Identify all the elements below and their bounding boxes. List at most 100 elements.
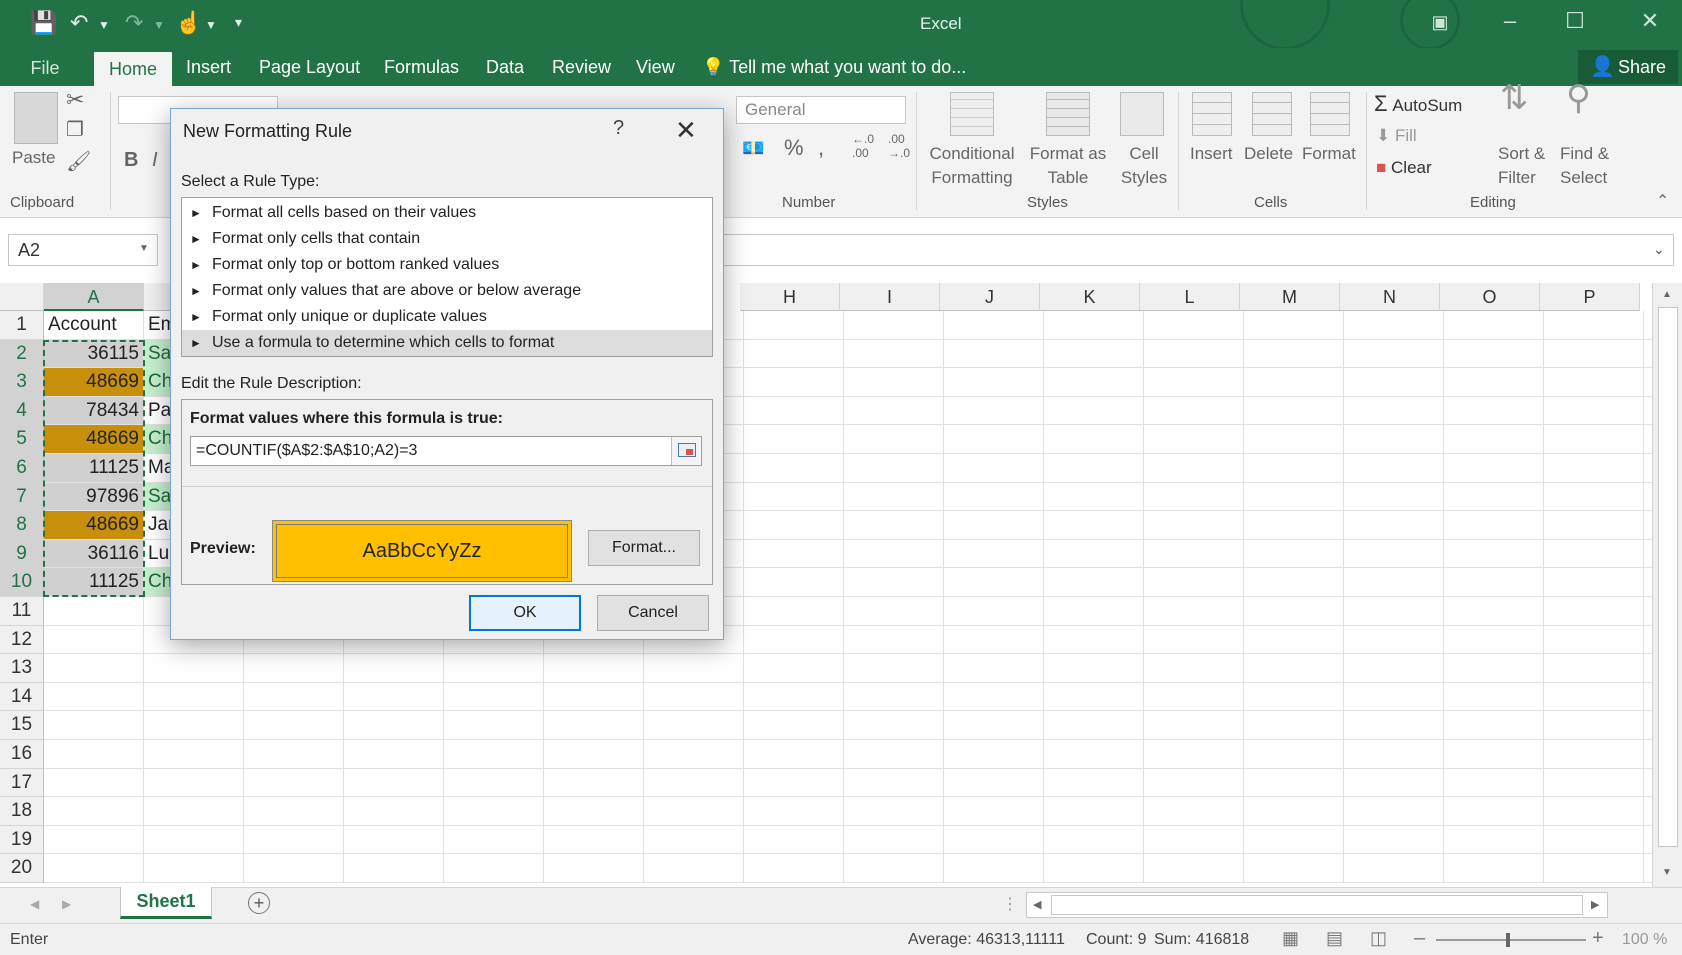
grid-cell[interactable] (1344, 454, 1444, 483)
grid-cell[interactable] (344, 825, 444, 855)
sheet-tab-sheet1[interactable]: Sheet1 (120, 887, 212, 919)
grid-cell[interactable] (544, 825, 644, 855)
grid-cell[interactable] (444, 711, 544, 740)
scroll-up-icon[interactable]: ▲ (1662, 289, 1672, 300)
grid-cell[interactable] (344, 682, 444, 712)
grid-cell[interactable] (244, 654, 344, 683)
grid-cell[interactable] (1444, 682, 1544, 712)
grid-cell[interactable] (1544, 568, 1644, 597)
vertical-scrollbar[interactable]: ▲ ▼ (1652, 283, 1682, 887)
grid-cell[interactable] (1544, 539, 1644, 569)
grid-cell[interactable] (644, 711, 744, 740)
grid-cell[interactable] (1344, 825, 1444, 855)
close-window-icon[interactable]: ✕ (1630, 8, 1670, 34)
grid-cell[interactable] (744, 654, 844, 683)
grid-cell[interactable] (1444, 339, 1544, 369)
column-header-l[interactable]: L (1140, 283, 1240, 311)
grid-cell[interactable] (44, 768, 144, 798)
tab-review[interactable]: Review (552, 57, 611, 78)
decrease-decimal-icon[interactable]: .00 →.0 (888, 132, 910, 160)
grid-cell[interactable] (844, 511, 944, 540)
grid-cell[interactable] (1544, 797, 1644, 826)
hscroll-right-icon[interactable]: ▶ (1591, 898, 1599, 911)
grid-cell[interactable] (1644, 483, 1652, 512)
grid-cell[interactable] (744, 454, 844, 483)
grid-cell[interactable] (844, 654, 944, 683)
format-as-table-button[interactable]: Format as Table (1026, 142, 1110, 190)
grid-cell[interactable] (1144, 396, 1244, 426)
row-header[interactable]: 4 (0, 396, 44, 426)
grid-cell[interactable] (1444, 768, 1544, 798)
grid-cell[interactable] (1144, 740, 1244, 769)
grid-cell[interactable] (944, 825, 1044, 855)
grid-cell[interactable] (1244, 482, 1344, 512)
grid-cell[interactable] (1144, 797, 1244, 826)
horizontal-scroll-thumb[interactable] (1051, 895, 1583, 915)
grid-cell[interactable] (744, 511, 844, 540)
grid-cell[interactable] (944, 797, 1044, 826)
formula-input[interactable]: =COUNTIF($A$2:$A$10;A2)=3 (190, 436, 702, 466)
grid-cell[interactable] (444, 682, 544, 712)
new-sheet-icon[interactable]: + (248, 892, 270, 914)
row-header[interactable]: 1 (0, 311, 44, 340)
grid-cell[interactable] (1244, 511, 1344, 540)
page-break-view-icon[interactable]: ◫ (1370, 928, 1387, 949)
grid-cell[interactable] (1344, 682, 1444, 712)
grid-cell[interactable] (644, 825, 744, 855)
grid-cell[interactable] (1344, 568, 1444, 597)
tell-me-box[interactable]: 💡 Tell me what you want to do... (702, 57, 966, 78)
grid-cell[interactable] (544, 654, 644, 683)
grid-cell[interactable] (1544, 625, 1644, 655)
grid-cell[interactable] (844, 482, 944, 512)
grid-cell[interactable] (1544, 425, 1644, 454)
column-header-m[interactable]: M (1240, 283, 1340, 311)
name-box[interactable]: A2 ▼ (8, 234, 158, 266)
share-button[interactable]: 👤 Share (1578, 50, 1678, 84)
touch-mode-icon[interactable]: ☝ (175, 10, 202, 36)
row-header[interactable]: 9 (0, 539, 44, 569)
comma-style-icon[interactable]: , (818, 136, 824, 160)
grid-cell[interactable] (144, 797, 244, 826)
grid-cell[interactable] (1644, 397, 1652, 426)
number-format-select[interactable]: General (736, 96, 906, 124)
grid-cell[interactable] (1544, 711, 1644, 740)
paste-icon[interactable] (14, 92, 58, 144)
grid-cell[interactable] (1344, 396, 1444, 426)
grid-cell[interactable] (844, 625, 944, 655)
grid-cell[interactable] (1144, 568, 1244, 597)
rule-type-item[interactable]: ► Format only values that are above or be… (182, 278, 712, 304)
grid-cell[interactable] (1444, 597, 1544, 626)
grid-cell[interactable] (1444, 854, 1544, 883)
format-as-table-icon[interactable] (1046, 92, 1090, 136)
row-header[interactable]: 7 (0, 482, 44, 512)
grid-cell[interactable] (1044, 682, 1144, 712)
grid-cell[interactable] (1344, 482, 1444, 512)
grid-cell[interactable] (1544, 482, 1644, 512)
grid-cell[interactable] (944, 368, 1044, 397)
touch-dropdown-icon[interactable]: ▼ (205, 18, 217, 32)
grid-cell[interactable] (644, 654, 744, 683)
grid-cell[interactable] (1144, 682, 1244, 712)
grid-cell[interactable] (1644, 854, 1652, 883)
grid-cell[interactable] (944, 740, 1044, 769)
grid-cell[interactable] (1144, 539, 1244, 569)
zoom-out-icon[interactable]: – (1414, 927, 1425, 950)
grid-cell[interactable] (44, 854, 144, 883)
grid-cell[interactable] (1544, 511, 1644, 540)
format-painter-icon[interactable]: 🖌 (66, 150, 91, 174)
grid-cell[interactable] (1044, 396, 1144, 426)
fill-button[interactable]: ⬇ Fill (1376, 124, 1417, 148)
grid-cell[interactable] (1644, 340, 1652, 369)
row-header[interactable]: 13 (0, 654, 44, 683)
grid-cell[interactable] (844, 797, 944, 826)
grid-cell[interactable] (344, 797, 444, 826)
grid-cell[interactable] (1444, 425, 1544, 454)
grid-cell[interactable] (544, 854, 644, 883)
grid-cell[interactable] (1044, 539, 1144, 569)
paste-button[interactable]: Paste (12, 146, 55, 170)
grid-cell[interactable] (244, 797, 344, 826)
grid-cell[interactable] (1044, 339, 1144, 369)
row-header[interactable]: 3 (0, 368, 44, 397)
grid-cell[interactable] (744, 854, 844, 883)
grid-cell[interactable] (1144, 768, 1244, 798)
